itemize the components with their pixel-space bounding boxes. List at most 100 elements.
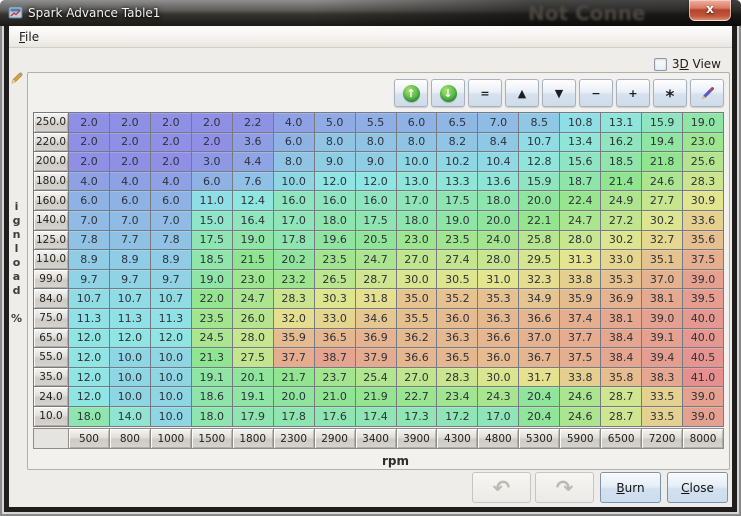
table-cell[interactable]: 36.9 (356, 329, 396, 348)
table-cell[interactable]: 19.0 (437, 211, 477, 230)
table-cell[interactable]: 36.7 (519, 348, 559, 367)
table-cell[interactable]: 20.1 (233, 368, 273, 387)
table-cell[interactable]: 28.3 (274, 289, 314, 308)
row-header[interactable]: 84.0 (34, 289, 68, 308)
table-cell[interactable]: 37.0 (642, 270, 682, 289)
table-cell[interactable]: 23.7 (315, 368, 355, 387)
table-cell[interactable]: 37.5 (683, 250, 723, 269)
table-cell[interactable]: 10.0 (151, 387, 191, 406)
row-header[interactable]: 220.0 (34, 133, 68, 152)
table-cell[interactable]: 39.0 (683, 270, 723, 289)
table-cell[interactable]: 2.0 (110, 133, 150, 152)
table-cell[interactable]: 20.4 (519, 407, 559, 426)
table-cell[interactable]: 28.3 (683, 172, 723, 191)
table-cell[interactable]: 26.5 (315, 270, 355, 289)
column-header[interactable]: 2900 (315, 429, 355, 448)
table-cell[interactable]: 27.0 (397, 368, 437, 387)
table-cell[interactable]: 18.5 (192, 250, 232, 269)
column-header[interactable]: 8000 (683, 429, 723, 448)
table-cell[interactable]: 33.8 (560, 270, 600, 289)
table-cell[interactable]: 23.0 (683, 133, 723, 152)
table-cell[interactable]: 12.0 (151, 329, 191, 348)
table-cell[interactable]: 22.7 (397, 387, 437, 406)
table-cell[interactable]: 2.0 (110, 152, 150, 171)
table-cell[interactable]: 41.0 (683, 368, 723, 387)
table-cell[interactable]: 6.0 (110, 191, 150, 210)
table-cell[interactable]: 27.0 (397, 250, 437, 269)
table-cell[interactable]: 8.5 (519, 113, 559, 132)
table-cell[interactable]: 27.5 (233, 348, 273, 367)
table-cell[interactable]: 13.1 (601, 113, 641, 132)
table-cell[interactable]: 24.6 (642, 172, 682, 191)
table-cell[interactable]: 40.5 (683, 348, 723, 367)
table-cell[interactable]: 38.4 (601, 348, 641, 367)
table-cell[interactable]: 28.3 (437, 368, 477, 387)
table-cell[interactable]: 17.0 (274, 211, 314, 230)
table-cell[interactable]: 21.8 (642, 152, 682, 171)
table-cell[interactable]: 2.0 (69, 113, 109, 132)
table-cell[interactable]: 4.4 (233, 152, 273, 171)
table-cell[interactable]: 33.8 (560, 368, 600, 387)
table-cell[interactable]: 39.4 (642, 348, 682, 367)
column-header[interactable]: 1800 (233, 429, 273, 448)
table-cell[interactable]: 29.5 (519, 250, 559, 269)
row-header[interactable]: 140.0 (34, 211, 68, 230)
table-cell[interactable]: 11.3 (110, 309, 150, 328)
table-cell[interactable]: 35.3 (478, 289, 518, 308)
table-cell[interactable]: 20.2 (274, 250, 314, 269)
row-header[interactable]: 35.0 (34, 368, 68, 387)
table-cell[interactable]: 18.6 (192, 387, 232, 406)
row-header[interactable]: 99.0 (34, 270, 68, 289)
table-cell[interactable]: 24.7 (356, 250, 396, 269)
table-cell[interactable]: 28.0 (560, 231, 600, 250)
table-cell[interactable]: 8.9 (110, 250, 150, 269)
table-cell[interactable]: 16.2 (601, 133, 641, 152)
table-cell[interactable]: 13.3 (437, 172, 477, 191)
table-cell[interactable]: 11.3 (69, 309, 109, 328)
table-cell[interactable]: 10.7 (151, 289, 191, 308)
table-cell[interactable]: 33.5 (642, 407, 682, 426)
row-header[interactable]: 65.0 (34, 329, 68, 348)
table-cell[interactable]: 35.6 (683, 231, 723, 250)
table-cell[interactable]: 38.3 (642, 368, 682, 387)
table-cell[interactable]: 15.0 (192, 211, 232, 230)
table-cell[interactable]: 21.7 (274, 368, 314, 387)
table-cell[interactable]: 23.5 (437, 231, 477, 250)
table-cell[interactable]: 8.0 (356, 133, 396, 152)
table-cell[interactable]: 4.0 (151, 172, 191, 191)
table-cell[interactable]: 24.9 (601, 191, 641, 210)
table-cell[interactable]: 12.0 (69, 329, 109, 348)
table-cell[interactable]: 22.0 (192, 289, 232, 308)
table-cell[interactable]: 3.6 (233, 133, 273, 152)
table-cell[interactable]: 7.7 (110, 231, 150, 250)
table-cell[interactable]: 12.4 (233, 191, 273, 210)
table-cell[interactable]: 19.0 (683, 113, 723, 132)
table-cell[interactable]: 23.4 (437, 387, 477, 406)
column-header[interactable]: 4800 (478, 429, 518, 448)
table-cell[interactable]: 2.0 (69, 133, 109, 152)
table-cell[interactable]: 36.6 (397, 348, 437, 367)
table-cell[interactable]: 36.2 (397, 329, 437, 348)
table-cell[interactable]: 15.6 (560, 152, 600, 171)
table-cell[interactable]: 2.0 (151, 133, 191, 152)
table-cell[interactable]: 39.1 (642, 329, 682, 348)
row-header[interactable]: 24.0 (34, 387, 68, 406)
table-cell[interactable]: 2.0 (151, 152, 191, 171)
table-cell[interactable]: 27.2 (601, 211, 641, 230)
table-cell[interactable]: 8.4 (478, 133, 518, 152)
table-cell[interactable]: 35.5 (397, 309, 437, 328)
table-cell[interactable]: 7.6 (233, 172, 273, 191)
table-cell[interactable]: 18.0 (397, 211, 437, 230)
table-cell[interactable]: 7.0 (110, 211, 150, 230)
table-cell[interactable]: 21.4 (601, 172, 641, 191)
table-cell[interactable]: 20.0 (478, 211, 518, 230)
table-cell[interactable]: 24.5 (192, 329, 232, 348)
value-up-button[interactable]: ▲ (505, 79, 539, 107)
table-cell[interactable]: 10.4 (478, 152, 518, 171)
undo-button[interactable]: ↶ (472, 472, 531, 503)
row-header[interactable]: 10.0 (34, 407, 68, 426)
table-cell[interactable]: 26.0 (233, 309, 273, 328)
table-cell[interactable]: 27.4 (437, 250, 477, 269)
table-cell[interactable]: 7.0 (151, 211, 191, 230)
table-cell[interactable]: 39.0 (683, 387, 723, 406)
